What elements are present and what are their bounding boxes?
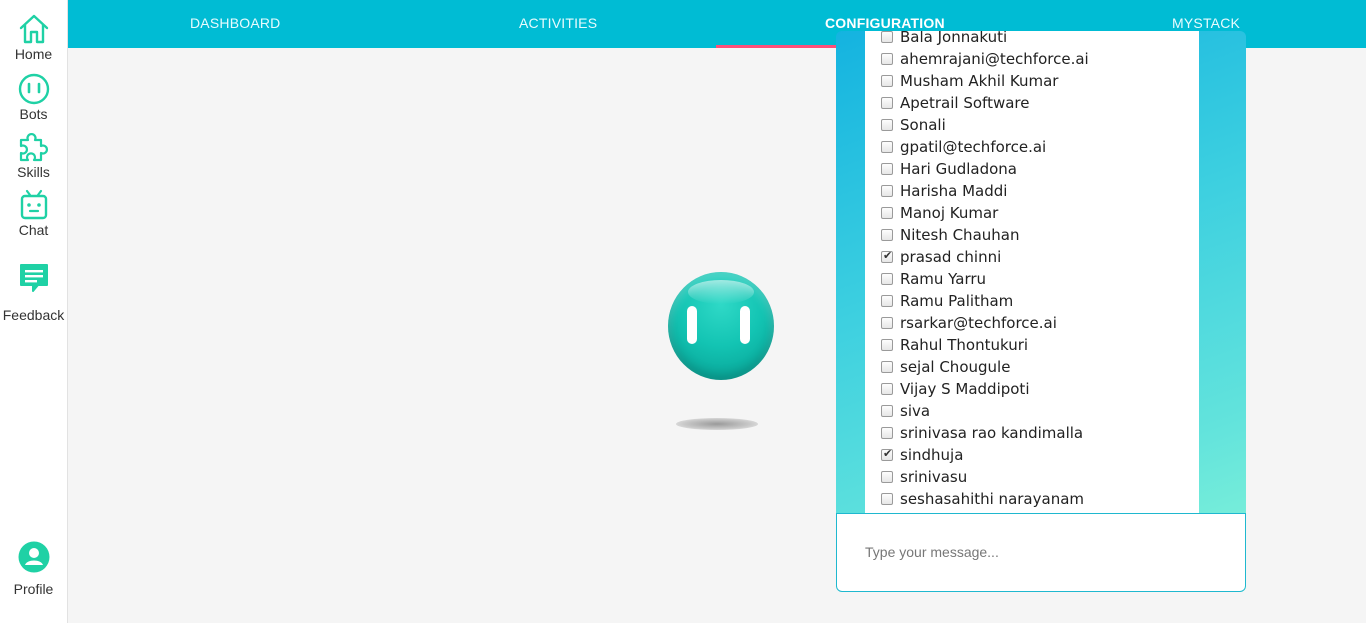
bot-avatar[interactable]	[668, 272, 774, 380]
user-list-item[interactable]: srinivasa rao kandimalla	[865, 423, 1199, 445]
profile-icon	[18, 541, 49, 573]
bot-avatar-highlight	[688, 280, 754, 304]
tab-mystack[interactable]: MYSTACK	[1172, 15, 1240, 31]
checkbox[interactable]	[881, 75, 893, 87]
sidebar-item-feedback[interactable]: Feedback	[0, 262, 67, 323]
user-name: rsarkar@techforce.ai	[900, 314, 1057, 332]
user-list-item[interactable]: Manoj Kumar	[865, 203, 1199, 225]
user-list-item[interactable]: Bala Jonnakuti	[865, 31, 1199, 49]
active-tab-indicator	[716, 45, 838, 48]
checkbox-checked[interactable]	[881, 249, 893, 263]
puzzle-icon	[19, 132, 48, 162]
user-name: seshasahithi narayanam	[900, 490, 1084, 508]
user-name: Ramu Palitham	[900, 292, 1014, 310]
user-name: srinivasa rao kandimalla	[900, 424, 1084, 442]
user-list-item[interactable]: Rahul Thontukuri	[865, 335, 1199, 357]
user-name: Harisha Maddi	[900, 182, 1008, 200]
checkbox[interactable]	[881, 339, 893, 351]
sidebar-item-profile[interactable]: Profile	[0, 541, 67, 597]
user-list-item[interactable]: prasad chinni	[865, 247, 1199, 269]
sidebar-item-home[interactable]: Home	[0, 13, 67, 62]
checkbox[interactable]	[881, 361, 893, 373]
message-composer	[836, 513, 1246, 592]
checkbox[interactable]	[881, 163, 893, 175]
checkbox[interactable]	[881, 229, 893, 241]
checkbox-checked[interactable]	[881, 447, 893, 461]
user-list-item[interactable]: gpatil@techforce.ai	[865, 137, 1199, 159]
user-name: Ramu Yarru	[900, 270, 987, 288]
user-name: Rahul Thontukuri	[900, 336, 1029, 354]
user-name: Apetrail Software	[900, 94, 1030, 112]
feedback-icon	[19, 264, 48, 292]
checkbox[interactable]	[881, 31, 893, 43]
user-list-item[interactable]: Vijay S Maddipoti	[865, 379, 1199, 401]
bot-face-icon	[18, 73, 49, 105]
sidebar-item-label: Skills	[17, 164, 50, 180]
user-list-item[interactable]: srinivasu	[865, 467, 1199, 489]
user-list-item[interactable]: Harisha Maddi	[865, 181, 1199, 203]
user-list-item[interactable]: ahemrajani@techforce.ai	[865, 49, 1199, 71]
sidebar-item-skills[interactable]: Skills	[0, 131, 67, 180]
user-name: gpatil@techforce.ai	[900, 138, 1047, 156]
sidebar-item-label: Profile	[13, 581, 54, 597]
checkbox[interactable]	[881, 493, 893, 505]
user-name: siva	[900, 402, 931, 420]
user-list-item[interactable]: siva	[865, 401, 1199, 423]
checkbox[interactable]	[881, 273, 893, 285]
checkbox[interactable]	[881, 427, 893, 439]
left-sidebar: Home Bots Skills Chat Feedback Profile	[0, 0, 68, 623]
user-list-item[interactable]: sindhuja	[865, 445, 1199, 467]
user-name: ahemrajani@techforce.ai	[900, 50, 1089, 68]
message-input[interactable]	[865, 540, 1215, 564]
user-name: sindhuja	[900, 446, 964, 464]
user-list-item[interactable]: Nitesh Chauhan	[865, 225, 1199, 247]
bot-right-eye	[740, 306, 750, 344]
user-list-item[interactable]: Musham Akhil Kumar	[865, 71, 1199, 93]
sidebar-item-label: Home	[14, 46, 53, 62]
tab-activities[interactable]: ACTIVITIES	[519, 15, 597, 31]
bot-left-eye	[687, 306, 697, 344]
bot-avatar-shadow	[676, 418, 758, 430]
sidebar-item-bots[interactable]: Bots	[0, 73, 67, 122]
user-list-item[interactable]: Ramu Palitham	[865, 291, 1199, 313]
user-name: Musham Akhil Kumar	[900, 72, 1059, 90]
tab-configuration[interactable]: CONFIGURATION	[825, 15, 945, 31]
sidebar-item-label: Chat	[18, 222, 49, 238]
chat-robot-icon	[20, 189, 47, 220]
user-name: sejal Chougule	[900, 358, 1011, 376]
user-list-item[interactable]: Hari Gudladona	[865, 159, 1199, 181]
user-name: Manoj Kumar	[900, 204, 999, 222]
user-name: Bala Jonnakuti	[900, 31, 1008, 46]
user-list-item[interactable]: Sonali	[865, 115, 1199, 137]
user-name: prasad chinni	[900, 248, 1002, 266]
user-list-item[interactable]: Ramu Yarru	[865, 269, 1199, 291]
checkbox[interactable]	[881, 317, 893, 329]
checkbox[interactable]	[881, 119, 893, 131]
user-list-item[interactable]: sejal Chougule	[865, 357, 1199, 379]
checkbox[interactable]	[881, 471, 893, 483]
tab-dashboard[interactable]: DASHBOARD	[190, 15, 280, 31]
user-name: srinivasu	[900, 468, 968, 486]
sidebar-item-label: Feedback	[2, 307, 65, 323]
checkbox[interactable]	[881, 295, 893, 307]
user-name: Hari Gudladona	[900, 160, 1017, 178]
checkbox[interactable]	[881, 207, 893, 219]
home-icon	[19, 14, 48, 44]
user-name: Nitesh Chauhan	[900, 226, 1020, 244]
checkbox[interactable]	[881, 185, 893, 197]
user-list-item[interactable]: seshasahithi narayanam	[865, 489, 1199, 511]
checkbox[interactable]	[881, 97, 893, 109]
user-list-item[interactable]: rsarkar@techforce.ai	[865, 313, 1199, 335]
checkbox[interactable]	[881, 53, 893, 65]
checkbox[interactable]	[881, 141, 893, 153]
chat-panel: Bala Jonnakuti ahemrajani@techforce.ai Mus…	[836, 31, 1246, 592]
sidebar-item-chat[interactable]: Chat	[0, 189, 67, 238]
user-list-item[interactable]: Apetrail Software	[865, 93, 1199, 115]
user-select-list: Bala Jonnakuti ahemrajani@techforce.ai Mus…	[865, 31, 1199, 513]
sidebar-item-label: Bots	[19, 106, 48, 122]
user-name: Vijay S Maddipoti	[900, 380, 1030, 398]
checkbox[interactable]	[881, 405, 893, 417]
checkbox[interactable]	[881, 383, 893, 395]
user-name: Sonali	[900, 116, 946, 134]
